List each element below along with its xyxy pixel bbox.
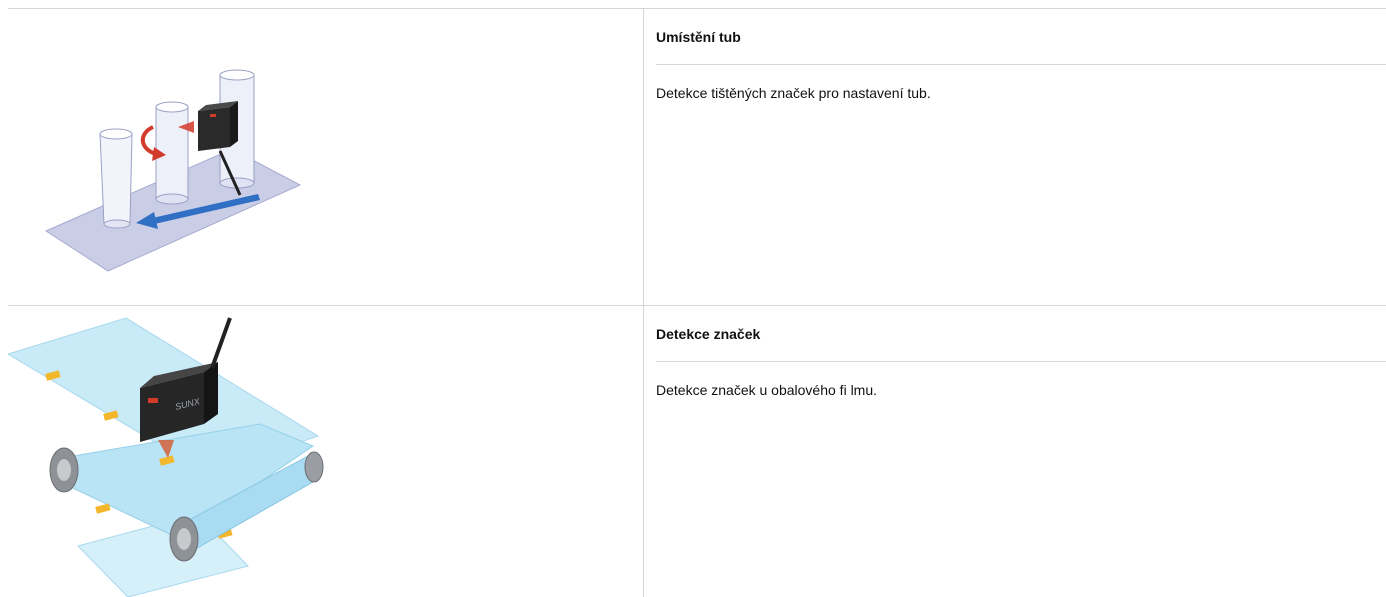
table-row: Umístění tub Detekce tištěných značek pr… [8,9,1386,306]
table-row: SUNX Detekce značek Detekce značek u oba… [8,306,1386,597]
illustration-cell: SUNX [8,306,644,597]
row-title: Umístění tub [656,9,1386,65]
row-description: Detekce značek u obalového fi lmu. [656,382,878,398]
mark-detection-illustration: SUNX [8,317,324,597]
row-title: Detekce značek [656,306,1386,362]
row-description: Detekce tištěných značek pro nastavení t… [656,85,931,101]
text-cell: Umístění tub Detekce tištěných značek pr… [644,9,1386,305]
tube-positioning-illustration [44,69,302,272]
illustration-cell [8,9,644,305]
applications-table: Umístění tub Detekce tištěných značek pr… [8,8,1386,597]
text-cell: Detekce značek Detekce značek u obalovéh… [644,306,1386,597]
